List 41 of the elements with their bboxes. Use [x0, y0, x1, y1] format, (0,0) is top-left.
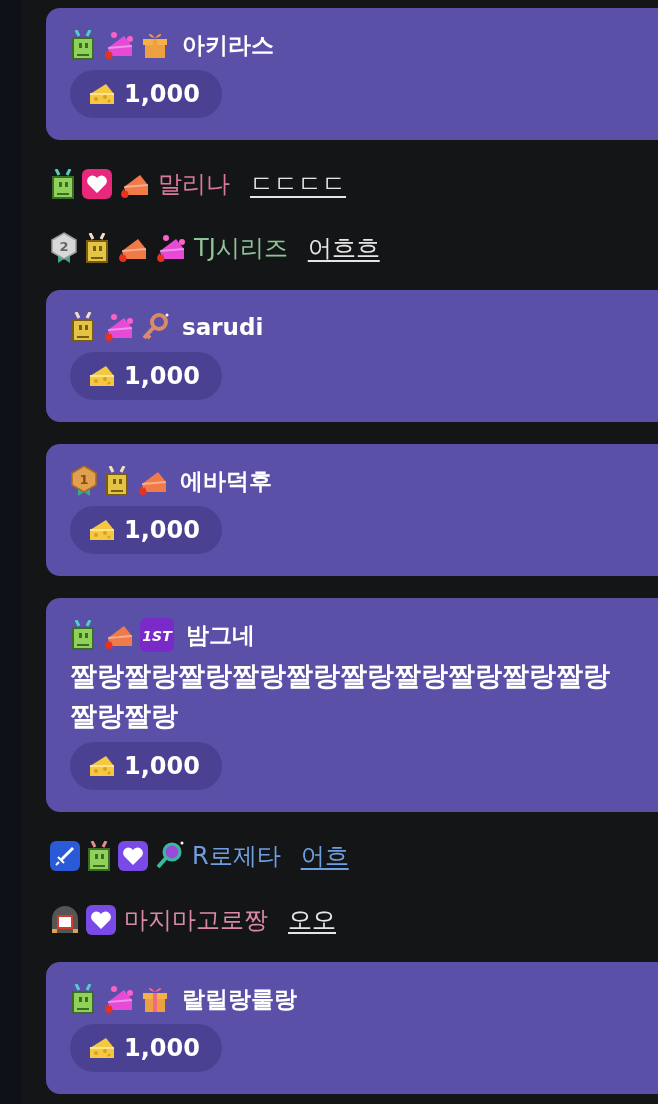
robot-icon: [70, 30, 96, 60]
robot-icon: [70, 620, 96, 650]
donation-message: 짤랑짤랑짤랑짤랑짤랑짤랑짤랑짤랑짤랑짤랑짤랑짤랑: [70, 659, 611, 733]
key-icon: [140, 312, 170, 342]
nickname[interactable]: 말리나: [158, 168, 230, 200]
cheese-icon: [88, 364, 116, 388]
nickname[interactable]: TJ시리즈: [194, 232, 288, 264]
chat-message: 어흐: [300, 841, 349, 872]
amount-text: 1,000: [124, 516, 200, 544]
robot-icon: [70, 312, 96, 342]
amount-text: 1,000: [124, 80, 200, 108]
nickname[interactable]: 밤그네: [186, 619, 255, 651]
chat-message: 어흐흐: [307, 233, 380, 264]
nickname[interactable]: 에바덕후: [180, 465, 272, 497]
chat-message: ㄷㄷㄷㄷ: [250, 169, 346, 200]
cheese-icon: [88, 518, 116, 542]
cheese-icon: [88, 1036, 116, 1060]
nickname[interactable]: sarudi: [182, 314, 264, 340]
amount-text: 1,000: [124, 1034, 200, 1062]
rank-icon: 1ST: [140, 618, 174, 652]
nickname[interactable]: R로제타: [192, 840, 281, 872]
robot-icon: [70, 984, 96, 1014]
robot-icon: [84, 233, 110, 263]
cheese-icon: [102, 30, 134, 60]
helmet-icon: [50, 905, 80, 935]
robot-icon: [86, 841, 112, 871]
amount-text: 1,000: [124, 362, 200, 390]
cheese-icon: [88, 754, 116, 778]
nickname[interactable]: 랄릴랑룰랑: [182, 983, 297, 1015]
magnifier-icon: [154, 841, 184, 871]
amount-text: 1,000: [124, 752, 200, 780]
sword-icon: [50, 841, 80, 871]
cheese-icon: [154, 233, 186, 263]
cheese-icon: [88, 82, 116, 106]
cheese-icon: [102, 312, 134, 342]
nickname[interactable]: 아키라스: [182, 29, 274, 61]
nickname[interactable]: 마지마고로짱: [124, 904, 268, 936]
cheese-icon: [102, 984, 134, 1014]
robot-icon: [50, 169, 76, 199]
chat-message: 오오: [288, 905, 336, 936]
robot-icon: [104, 466, 130, 496]
